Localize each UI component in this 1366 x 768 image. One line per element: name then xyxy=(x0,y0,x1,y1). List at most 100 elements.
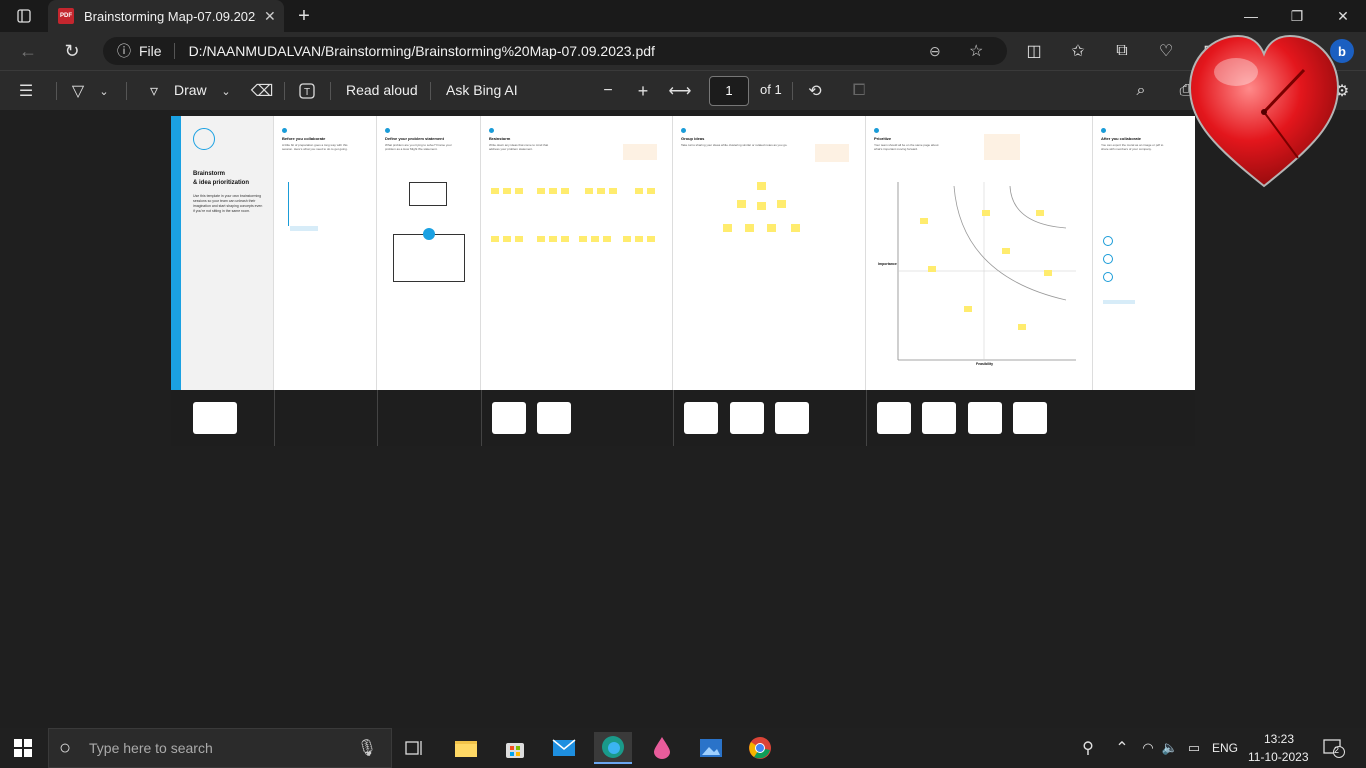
tray-chevron-icon[interactable]: ⌃ xyxy=(1108,734,1136,762)
sticky-note xyxy=(537,236,545,242)
refresh-icon[interactable]: ↻ xyxy=(58,37,86,65)
mail-icon[interactable] xyxy=(545,732,583,764)
contents-icon[interactable]: ☰ xyxy=(12,77,40,105)
find-icon[interactable]: ⌕ xyxy=(1127,77,1155,105)
sticky-note xyxy=(515,188,523,194)
tab-title: Brainstorming Map-07.09.2023.p xyxy=(84,8,256,24)
add-text-icon[interactable]: T xyxy=(293,77,321,105)
toolbar-divider xyxy=(430,82,431,100)
panel-problem-statement: Define your problem statement What probl… xyxy=(377,116,481,390)
microsoft-store-icon[interactable] xyxy=(496,732,534,764)
eraser-icon[interactable]: ⌫ xyxy=(248,77,276,105)
draw-dropdown-icon[interactable]: ⌄ xyxy=(212,77,240,105)
checklist xyxy=(288,182,348,226)
info-icon[interactable]: ⓘ xyxy=(117,41,131,61)
key-rules-box xyxy=(393,234,465,282)
pdf-viewer[interactable]: Brainstorm & idea prioritization Use thi… xyxy=(0,110,1366,728)
pdf-toolbar: ☰ ▽ ⌄ ▿ Draw ⌄ ⌫ T Read aloud Ask Bing A… xyxy=(0,70,1366,110)
photos-icon[interactable] xyxy=(692,732,730,764)
panel-title: Before you collaborate xyxy=(282,136,326,141)
thumbnail xyxy=(877,402,911,434)
rotate-icon[interactable]: ⟲ xyxy=(801,77,829,105)
page-number-input[interactable]: 1 xyxy=(709,76,749,106)
svg-text:T: T xyxy=(304,87,310,98)
chrome-icon[interactable] xyxy=(741,732,779,764)
lightbulb-icon xyxy=(193,128,215,150)
panel-text: Take turns sharing your ideas while clus… xyxy=(681,143,788,147)
footer-thumbnails xyxy=(171,390,1195,446)
cover-title: Brainstorm & idea prioritization xyxy=(193,170,249,188)
zoom-icon[interactable]: ⊖ xyxy=(929,43,941,60)
file-explorer-icon[interactable] xyxy=(447,732,485,764)
search-icon: ○ xyxy=(59,736,72,759)
panel-text: You can export the mural as an image or … xyxy=(1101,143,1164,151)
sticky-note xyxy=(767,224,776,232)
panel-text: A little bit of preparation goes a long … xyxy=(282,143,348,151)
collections-icon[interactable]: ⧉ xyxy=(1108,37,1136,65)
battery-icon[interactable]: ▭ xyxy=(1180,734,1208,762)
favorites-icon[interactable]: ✩ xyxy=(1064,37,1092,65)
edge-icon[interactable] xyxy=(594,732,632,764)
read-aloud-button[interactable]: Read aloud xyxy=(346,82,418,98)
performance-icon[interactable]: ♡ xyxy=(1152,37,1180,65)
footer-divider xyxy=(481,390,482,446)
ask-bing-button[interactable]: Ask Bing AI xyxy=(446,82,518,98)
url-divider xyxy=(173,43,175,59)
step-number xyxy=(385,128,390,133)
sticky-note xyxy=(1036,210,1044,216)
highlight-icon[interactable]: ▽ xyxy=(64,77,92,105)
sticky-note xyxy=(537,188,545,194)
tab-actions-icon[interactable] xyxy=(10,2,38,30)
draw-icon[interactable]: ▿ xyxy=(140,77,168,105)
cover-sidebar xyxy=(171,116,181,390)
taskbar-search[interactable]: ○ Type here to search 🎙 xyxy=(48,728,392,768)
sticky-note xyxy=(920,218,928,224)
url-scheme: File xyxy=(139,43,162,59)
sticky-note xyxy=(549,188,557,194)
zoom-out-icon[interactable]: − xyxy=(594,77,622,105)
active-tab[interactable]: PDF Brainstorming Map-07.09.2023.p ✕ xyxy=(48,0,284,32)
clock-date[interactable]: 11-10-2023 xyxy=(1248,750,1309,764)
tab-close-icon[interactable]: ✕ xyxy=(264,8,276,25)
thumbnail xyxy=(193,402,237,434)
draw-button[interactable]: Draw xyxy=(174,82,207,98)
cover-description: Use this template in your own brainstorm… xyxy=(193,194,263,213)
close-window-icon[interactable]: ✕ xyxy=(1320,0,1366,32)
restore-icon[interactable]: ❐ xyxy=(1274,0,1320,32)
paint-drop-icon[interactable] xyxy=(643,732,681,764)
thumbnail xyxy=(492,402,526,434)
taskbar: ○ Type here to search 🎙 ⚲ ⌃ ◠ 🔈 ▭ ENG 13… xyxy=(0,728,1366,768)
split-screen-icon[interactable]: ◫ xyxy=(1020,37,1048,65)
people-icon[interactable]: ⚲ xyxy=(1074,734,1102,762)
start-icon[interactable] xyxy=(4,732,42,764)
heart-clock-widget xyxy=(1188,34,1340,188)
tip-note xyxy=(815,144,849,162)
sticky-note xyxy=(579,236,587,242)
sticky-note xyxy=(1044,270,1052,276)
url-box[interactable]: ⓘ File D:/NAANMUDALVAN/Brainstorming/Bra… xyxy=(103,37,1007,65)
sticky-note xyxy=(647,236,655,242)
minimize-icon[interactable]: — xyxy=(1228,0,1274,32)
footer-divider xyxy=(274,390,275,446)
task-view-icon[interactable] xyxy=(396,732,434,764)
sticky-note xyxy=(561,188,569,194)
favorite-star-icon[interactable]: ☆ xyxy=(969,41,983,61)
toolbar-divider xyxy=(330,82,331,100)
page-view-icon[interactable]: ⧠ xyxy=(845,77,873,105)
step-number xyxy=(1101,128,1106,133)
sticky-note xyxy=(603,236,611,242)
toolbar-divider xyxy=(126,82,127,100)
sticky-note xyxy=(1018,324,1026,330)
url-text[interactable]: D:/NAANMUDALVAN/Brainstorming/Brainstorm… xyxy=(189,43,655,59)
thumbnail xyxy=(730,402,764,434)
microphone-icon[interactable]: 🎙 xyxy=(357,738,377,758)
highlight-dropdown-icon[interactable]: ⌄ xyxy=(90,77,118,105)
language-indicator[interactable]: ENG xyxy=(1212,741,1238,755)
panel-before-collaborate: Before you collaborate A little bit of p… xyxy=(274,116,377,390)
back-icon[interactable]: ← xyxy=(14,37,42,65)
fit-width-icon[interactable]: ⟷ xyxy=(666,77,694,105)
clock-time[interactable]: 13:23 xyxy=(1264,732,1294,746)
new-tab-icon[interactable]: + xyxy=(290,2,318,30)
sticky-note xyxy=(591,236,599,242)
zoom-in-icon[interactable]: + xyxy=(629,77,657,105)
